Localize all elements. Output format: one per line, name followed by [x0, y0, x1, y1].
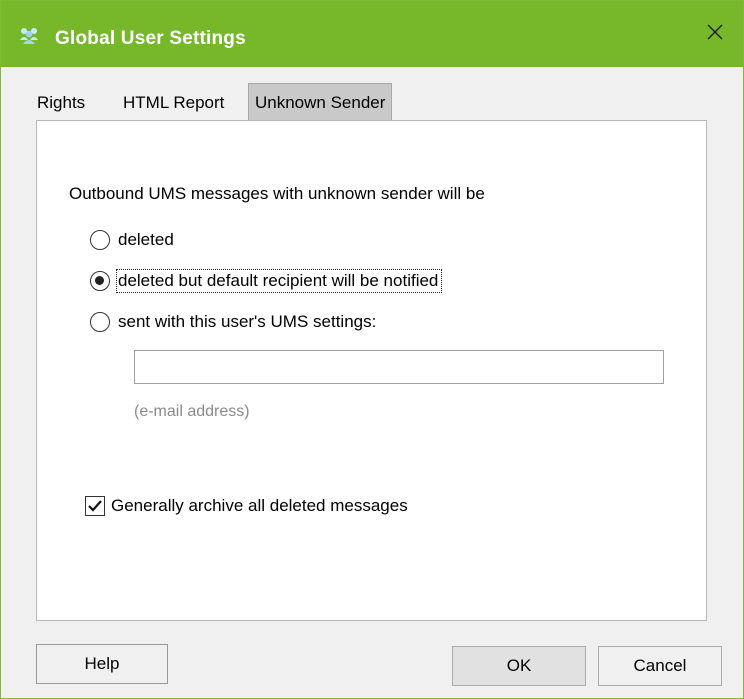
radio-button[interactable] — [90, 230, 110, 250]
radio-button-selected[interactable] — [90, 271, 110, 291]
title-bar: Global User Settings — [1, 1, 743, 67]
tab-unknown-sender[interactable]: Unknown Sender — [248, 83, 393, 120]
ok-button[interactable]: OK — [452, 646, 586, 686]
archive-label: Generally archive all deleted messages — [111, 496, 408, 515]
tab-rights[interactable]: Rights — [31, 85, 91, 120]
option-label: sent with this user's UMS settings: — [118, 312, 377, 331]
help-button[interactable]: Help — [36, 644, 168, 684]
prompt-label: Outbound UMS messages with unknown sende… — [69, 184, 485, 203]
cancel-button[interactable]: Cancel — [598, 646, 722, 686]
option-deleted[interactable]: deleted — [90, 228, 174, 252]
dialog-window: Global User Settings Rights HTML Report … — [0, 0, 744, 699]
users-icon — [19, 26, 39, 44]
option-label: deleted but default recipient will be no… — [115, 269, 443, 293]
option-deleted-notify[interactable]: deleted but default recipient will be no… — [90, 269, 443, 293]
email-address-input[interactable] — [134, 350, 664, 384]
option-label: deleted — [118, 230, 174, 249]
checkmark-icon — [88, 500, 102, 512]
window-title: Global User Settings — [55, 28, 246, 49]
email-hint: (e-mail address) — [134, 403, 250, 420]
option-sent-with-settings[interactable]: sent with this user's UMS settings: — [90, 310, 376, 334]
close-button[interactable] — [687, 1, 743, 67]
archive-option[interactable]: Generally archive all deleted messages — [85, 494, 408, 518]
radio-button[interactable] — [90, 312, 110, 332]
archive-checkbox[interactable] — [85, 496, 105, 516]
tab-html-report[interactable]: HTML Report — [117, 85, 230, 120]
close-icon — [707, 24, 723, 45]
